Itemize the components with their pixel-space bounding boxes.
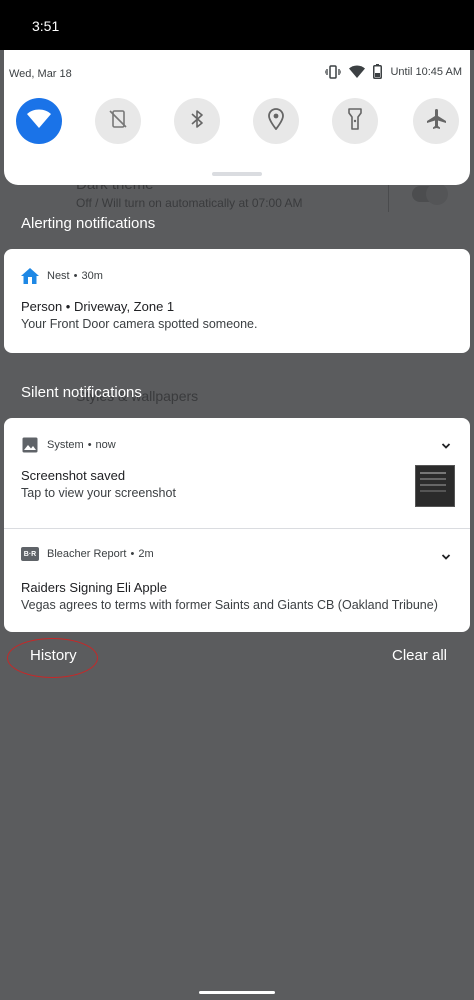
qs-tile-flashlight[interactable] [332, 98, 378, 144]
airplane-icon [425, 108, 447, 135]
qs-tile-airplane-mode[interactable] [413, 98, 459, 144]
system-time: now [95, 439, 116, 451]
silent-section-label: Silent notifications [21, 384, 142, 401]
screenshot-thumbnail [415, 465, 455, 507]
nest-text: Your Front Door camera spotted someone. [21, 317, 258, 331]
wifi-icon [27, 109, 51, 134]
qs-date: Wed, Mar 18 [9, 68, 72, 80]
vibrate-icon [325, 64, 342, 79]
bleacher-app-name: Bleacher Report [47, 548, 127, 560]
flashlight-icon [348, 107, 362, 135]
quick-settings-panel: Wed, Mar 18 Until 10:45 AM [4, 50, 470, 185]
wifi-signal-icon [349, 65, 366, 78]
nest-app-name: Nest [47, 270, 70, 282]
image-icon [21, 436, 39, 454]
bg-dark-theme-subtitle: Off / Will turn on automatically at 07:0… [76, 196, 303, 210]
bleacher-report-logo-icon: B·R [21, 547, 39, 561]
bleacher-time: 2m [138, 548, 154, 560]
bluetooth-icon [189, 108, 205, 135]
chevron-down-icon[interactable] [440, 550, 452, 562]
status-bar: 3:51 [0, 0, 474, 50]
qs-tile-location[interactable] [253, 98, 299, 144]
nest-time: 30m [81, 270, 103, 282]
nest-app-row: Nest • 30m [21, 267, 103, 285]
alerting-section-label: Alerting notifications [21, 215, 156, 232]
system-app-name: System [47, 439, 84, 451]
chevron-down-icon[interactable] [440, 439, 452, 451]
rotate-off-icon [107, 108, 129, 135]
qs-tiles [16, 98, 462, 146]
separator-dot: • [87, 439, 92, 451]
bleacher-text: Vegas agrees to terms with former Saints… [21, 598, 438, 612]
bg-dark-theme-toggle [412, 183, 448, 205]
qs-status-icons: Until 10:45 AM [325, 64, 462, 79]
qs-tile-auto-rotate[interactable] [95, 98, 141, 144]
qs-tile-wifi[interactable] [16, 98, 62, 144]
qs-expand-handle[interactable] [212, 172, 262, 176]
nest-home-icon [21, 267, 39, 285]
system-app-row: System • now [21, 436, 116, 454]
battery-icon [373, 64, 383, 79]
bleacher-title: Raiders Signing Eli Apple [21, 580, 167, 595]
separator-dot: • [130, 548, 135, 560]
location-icon [268, 107, 284, 135]
separator-dot: • [73, 270, 78, 282]
system-text: Tap to view your screenshot [21, 486, 176, 500]
system-notification[interactable]: System • now Screenshot saved Tap to vie… [4, 418, 470, 528]
nest-notification[interactable]: Nest • 30m Person • Driveway, Zone 1 You… [4, 249, 470, 353]
qs-tile-bluetooth[interactable] [174, 98, 220, 144]
qs-alarm-text: Until 10:45 AM [390, 65, 462, 78]
nest-title: Person • Driveway, Zone 1 [21, 299, 175, 314]
bleacher-app-row: B·R Bleacher Report • 2m [21, 547, 154, 561]
bleacher-report-notification[interactable]: B·R Bleacher Report • 2m Raiders Signing… [4, 529, 470, 632]
status-time: 3:51 [32, 18, 60, 34]
system-title: Screenshot saved [21, 468, 126, 483]
gesture-nav-bar[interactable] [199, 991, 275, 994]
clear-all-button[interactable]: Clear all [392, 647, 447, 664]
history-button[interactable]: History [30, 647, 77, 664]
silent-notifications-card: System • now Screenshot saved Tap to vie… [4, 418, 470, 632]
